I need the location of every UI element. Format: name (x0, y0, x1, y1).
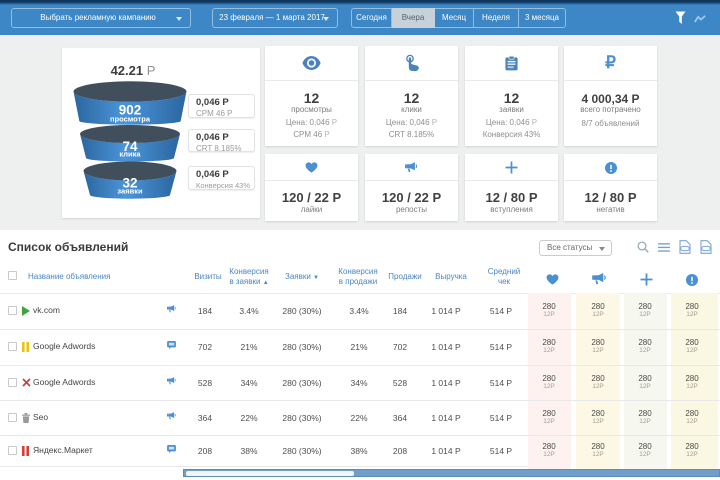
svg-text:клика: клика (119, 150, 141, 159)
svg-text:просмотра: просмотра (110, 115, 151, 124)
svg-text:заявки: заявки (117, 187, 143, 196)
